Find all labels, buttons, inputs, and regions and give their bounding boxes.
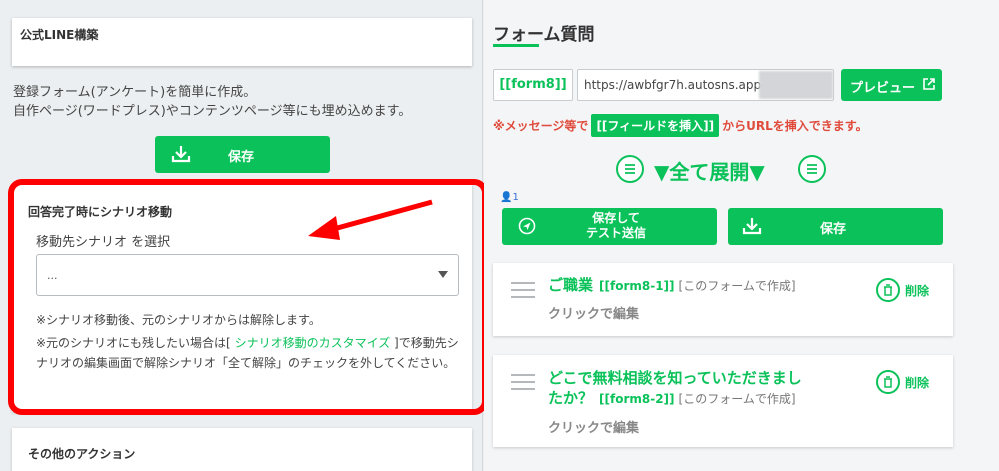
user-icon: 👤	[500, 192, 513, 203]
question-title-line2-row: たか？ [[form8-2]] [このフォームで作成]	[548, 388, 802, 409]
form-tag[interactable]: [[form8]]	[493, 69, 573, 101]
external-link-icon	[923, 78, 935, 90]
expand-all-label: ▼全て展開▼	[654, 160, 765, 184]
save-and-test-send-label: 保存して テスト送信	[586, 211, 646, 241]
question-title: ご職業 [[form8-1]] [このフォームで作成]	[548, 275, 796, 296]
scenario-note-1: ※シナリオ移動後、元のシナリオからは解除します。	[36, 313, 321, 327]
save-button-label: 保存	[228, 150, 255, 165]
list-icon	[798, 155, 826, 183]
save-and-test-send-button[interactable]: 保存して テスト送信	[502, 208, 717, 245]
click-to-edit[interactable]: クリックで編集	[548, 303, 639, 322]
question-origin: [このフォームで作成]	[678, 279, 796, 293]
line-build-card: 公式LINE構築	[12, 18, 472, 66]
scenario-move-title: 回答完了時にシナリオ移動	[28, 205, 173, 219]
trash-icon[interactable]	[876, 370, 900, 394]
other-actions-card: その他のアクション	[12, 428, 472, 471]
insert-field-button[interactable]: [[フィールドを挿入]]	[591, 114, 720, 137]
insert-hint-suffix: からURLを挿入できます。	[722, 119, 868, 133]
question-title: どこで無料相談を知っていただきまし たか？ [[form8-2]] [このフォームで…	[548, 368, 802, 409]
question-card[interactable]: ご職業 [[form8-1]] [このフォームで作成] クリックで編集 削除	[493, 263, 953, 336]
save-button-right[interactable]: 保存	[728, 208, 943, 245]
target-scenario-label: 移動先シナリオ を選択	[36, 235, 171, 250]
list-icon	[616, 155, 644, 183]
delete-button[interactable]: 削除	[905, 374, 929, 391]
drag-handle-icon[interactable]	[511, 282, 535, 303]
url-redacted	[759, 71, 833, 99]
target-scenario-value: ...	[47, 269, 58, 282]
insert-hint-prefix: ※メッセージ等で	[493, 119, 589, 133]
insert-field-hint: ※メッセージ等で [[フィールドを挿入]] からURLを挿入できます。	[493, 114, 868, 137]
save-and-test-send-line1: 保存して	[592, 211, 640, 225]
expand-all-toggle[interactable]: ▼全て展開▼	[614, 152, 834, 186]
download-icon	[742, 218, 762, 235]
send-icon	[518, 217, 536, 235]
title-underline	[493, 44, 539, 47]
question-tag: [[form8-1]]	[599, 279, 675, 293]
question-origin: [このフォームで作成]	[678, 392, 796, 406]
click-to-edit[interactable]: クリックで編集	[548, 417, 639, 436]
question-tag: [[form8-2]]	[599, 392, 675, 406]
line-build-title: 公式LINE構築	[20, 28, 99, 42]
form-description: 登録フォーム(アンケート)を簡単に作成。 自作ページ(ワードプレス)やコンテンツ…	[13, 83, 411, 121]
save-button[interactable]: 保存	[155, 136, 330, 173]
save-and-test-send-line2: テスト送信	[586, 226, 647, 240]
form-questions-title: フォーム質問	[493, 25, 595, 45]
trash-icon[interactable]	[876, 278, 900, 302]
annotation-arrow-icon	[308, 199, 433, 240]
download-icon	[171, 146, 191, 163]
description-line-1: 登録フォーム(アンケート)を簡単に作成。	[13, 85, 257, 100]
preview-button[interactable]: プレビュー	[841, 69, 942, 101]
respondent-count: 👤1	[500, 192, 519, 203]
respondent-count-value: 1	[512, 192, 519, 203]
preview-label: プレビュー	[850, 81, 916, 96]
chevron-down-icon	[438, 271, 448, 278]
left-panel: 公式LINE構築 登録フォーム(アンケート)を簡単に作成。 自作ページ(ワードプ…	[0, 0, 488, 471]
save-button-right-label: 保存	[820, 222, 847, 237]
right-panel: フォーム質問 [[form8]] https://awbfgr7h.autosn…	[484, 0, 999, 471]
scenario-note-2: ※元のシナリオにも残したい場合は[ シナリオ移動のカスタマイズ ]で移動先シナリ…	[36, 333, 460, 373]
question-title-line1: どこで無料相談を知っていただきまし	[548, 369, 802, 387]
description-line-2: 自作ページ(ワードプレス)やコンテンツページ等にも埋め込めます。	[13, 104, 412, 119]
scenario-customize-link[interactable]: シナリオ移動のカスタマイズ	[235, 336, 391, 350]
scenario-note-2-prefix: ※元のシナリオにも残したい場合は[	[36, 336, 235, 350]
question-title-line2: たか？	[548, 389, 594, 407]
question-card[interactable]: どこで無料相談を知っていただきまし たか？ [[form8-2]] [このフォームで…	[493, 355, 953, 447]
other-actions-title: その他のアクション	[28, 447, 136, 461]
delete-button[interactable]: 削除	[905, 282, 929, 299]
drag-handle-icon[interactable]	[511, 374, 535, 395]
target-scenario-select[interactable]: ...	[36, 254, 459, 296]
question-title-text: ご職業	[548, 276, 594, 294]
